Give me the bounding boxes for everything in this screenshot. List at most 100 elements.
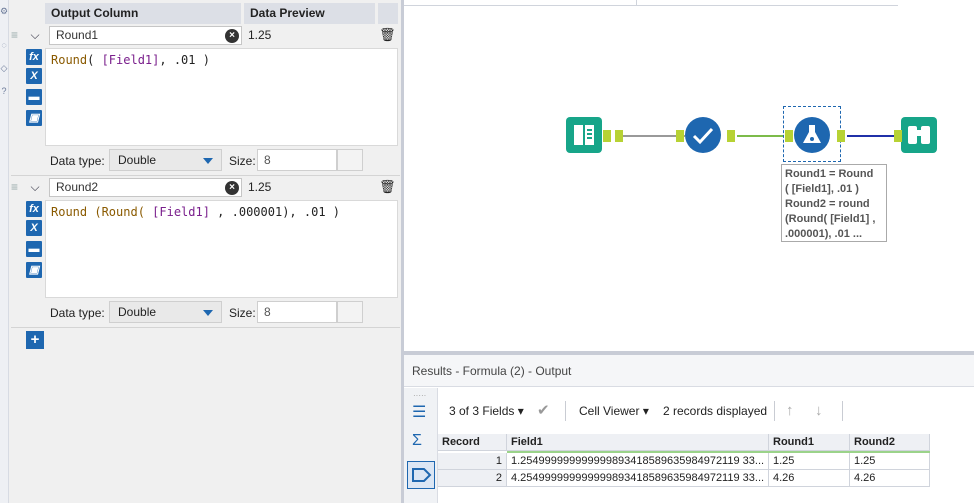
dropdown-caret-icon: ▾ bbox=[642, 404, 649, 418]
toolbar-separator bbox=[774, 401, 775, 421]
expression-editor[interactable]: Round (Round( [Field1] , .000001), .01 ) bbox=[45, 200, 398, 298]
left-icon-strip: ⚙ ◌ ◇ ? bbox=[0, 0, 9, 503]
results-grid: Record Field1 Round1 Round2 1 1.25499999… bbox=[438, 434, 930, 487]
open-folder-icon[interactable]: ▬ bbox=[26, 89, 42, 105]
drag-handle-icon[interactable]: ≡ bbox=[11, 28, 21, 42]
column-header-field1[interactable]: Field1 bbox=[507, 434, 769, 451]
input-anchor[interactable] bbox=[676, 130, 684, 142]
results-toolbar: 3 of 3 Fields ▾ ✔ Cell Viewer ▾ 2 record… bbox=[438, 397, 974, 427]
table-view-icon[interactable]: ☰ bbox=[412, 402, 426, 422]
arrow-down-icon[interactable]: ↓ bbox=[815, 403, 823, 419]
arrow-up-icon[interactable]: ↑ bbox=[786, 403, 794, 419]
expr-field: [Field1] bbox=[152, 205, 210, 219]
function-icon[interactable]: fx bbox=[26, 201, 42, 217]
apply-check-icon[interactable]: ✔ bbox=[537, 403, 550, 419]
divider bbox=[11, 327, 400, 328]
size-label: Size: bbox=[229, 154, 256, 168]
data-preview-value: 1.25 bbox=[248, 28, 272, 42]
config-icon[interactable]: ⚙ bbox=[0, 6, 8, 16]
field1-cell[interactable]: 1.254999999999999893418589635984972119 3… bbox=[507, 453, 769, 470]
add-formula-button[interactable]: + bbox=[26, 331, 44, 349]
input-anchor[interactable] bbox=[785, 130, 793, 142]
save-icon[interactable]: ▣ bbox=[26, 262, 42, 278]
chevron-down-icon[interactable]: ⌵ bbox=[24, 178, 46, 196]
fields-dropdown[interactable]: 3 of 3 Fields ▾ bbox=[449, 403, 524, 419]
round1-cell[interactable]: 4.26 bbox=[769, 470, 850, 487]
function-icon[interactable]: fx bbox=[26, 49, 42, 65]
variable-icon[interactable]: X bbox=[26, 68, 42, 84]
data-preview-header: Data Preview bbox=[244, 3, 375, 24]
round2-cell[interactable]: 4.26 bbox=[850, 470, 930, 487]
sigma-icon[interactable]: Σ bbox=[412, 432, 422, 450]
toolbar-separator bbox=[842, 401, 843, 421]
help-icon[interactable]: ? bbox=[0, 86, 8, 96]
field1-cell[interactable]: 4.254999999999999893418589635984972119 3… bbox=[507, 470, 769, 487]
drag-handle-icon[interactable]: ≡ bbox=[11, 180, 21, 194]
clear-icon[interactable]: × bbox=[225, 29, 239, 43]
divider bbox=[11, 175, 400, 176]
dropdown-caret-icon: ▾ bbox=[517, 404, 524, 418]
annotation-line: Round2 = round bbox=[785, 198, 870, 210]
connection-wire[interactable] bbox=[737, 135, 783, 137]
column-header-round2[interactable]: Round2 bbox=[850, 434, 930, 451]
connection-wire[interactable] bbox=[847, 135, 899, 137]
clear-icon[interactable]: × bbox=[225, 181, 239, 195]
expression-editor[interactable]: Round( [Field1], .01 ) bbox=[45, 48, 398, 146]
input-anchor[interactable] bbox=[615, 130, 623, 142]
results-title: Results - Formula (2) - Output bbox=[404, 355, 974, 387]
table-row[interactable]: 1 1.254999999999999893418589635984972119… bbox=[438, 453, 930, 470]
round1-cell[interactable]: 1.25 bbox=[769, 453, 850, 470]
round2-cell[interactable]: 1.25 bbox=[850, 453, 930, 470]
variable-icon[interactable]: X bbox=[26, 220, 42, 236]
tag-icon bbox=[412, 468, 432, 482]
size-label: Size: bbox=[229, 306, 256, 320]
tag-icon[interactable]: ◇ bbox=[0, 63, 8, 73]
size-spinner[interactable] bbox=[337, 301, 363, 323]
output-anchor[interactable] bbox=[837, 130, 845, 142]
chevron-down-icon[interactable]: ⌵ bbox=[24, 26, 46, 44]
input-data-tool[interactable] bbox=[566, 117, 602, 153]
output-column-header: Output Column bbox=[45, 3, 241, 24]
size-field[interactable]: 8 bbox=[257, 149, 337, 171]
dropdown-caret-icon bbox=[203, 310, 213, 316]
annotation-line: (Round( [Field1] , bbox=[785, 213, 876, 225]
circle-icon[interactable]: ◌ bbox=[0, 40, 8, 50]
toolbar-separator bbox=[565, 401, 566, 421]
annotation-line: .000001), .01 ... bbox=[785, 228, 863, 240]
grid-header-row: Record Field1 Round1 Round2 bbox=[438, 434, 930, 451]
input-anchor[interactable] bbox=[894, 130, 902, 142]
cell-viewer-label: Cell Viewer bbox=[579, 404, 640, 418]
open-folder-icon[interactable]: ▬ bbox=[26, 241, 42, 257]
output-anchor[interactable] bbox=[727, 130, 735, 142]
save-icon[interactable]: ▣ bbox=[26, 110, 42, 126]
output-anchor[interactable] bbox=[603, 130, 611, 142]
size-spinner[interactable] bbox=[337, 149, 363, 171]
records-count: 2 records displayed bbox=[663, 404, 768, 418]
column-header-record[interactable]: Record bbox=[438, 434, 507, 451]
table-row[interactable]: 2 4.254999999999999893418589635984972119… bbox=[438, 470, 930, 487]
tab-divider bbox=[636, 0, 637, 6]
data-type-value: Double bbox=[118, 305, 157, 319]
dropdown-caret-icon bbox=[203, 158, 213, 164]
browse-tool[interactable] bbox=[901, 117, 937, 153]
grip-icon: ····· bbox=[413, 391, 427, 400]
canvas-top-bar bbox=[404, 0, 898, 6]
data-type-value: Double bbox=[118, 153, 157, 167]
data-preview-value: 1.25 bbox=[248, 180, 272, 194]
header-spacer bbox=[378, 3, 398, 24]
output-column-field[interactable]: Round2 bbox=[49, 178, 242, 197]
cell-viewer-dropdown[interactable]: Cell Viewer ▾ bbox=[579, 403, 649, 419]
fields-label: 3 of 3 Fields bbox=[449, 404, 515, 418]
expr-rest: , .01 ) bbox=[159, 53, 210, 67]
select-tool[interactable] bbox=[685, 117, 721, 153]
trash-icon[interactable]: 🗑 bbox=[379, 178, 396, 196]
trash-icon[interactable]: 🗑 bbox=[379, 26, 396, 44]
size-field[interactable]: 8 bbox=[257, 301, 337, 323]
binoculars-icon bbox=[908, 126, 930, 144]
expr-field: [Field1] bbox=[101, 53, 160, 67]
column-header-round1[interactable]: Round1 bbox=[769, 434, 850, 451]
formula-tool[interactable] bbox=[794, 117, 830, 153]
output-column-field[interactable]: Round1 bbox=[49, 26, 242, 45]
workflow-canvas[interactable] bbox=[404, 0, 974, 351]
tag-view-button[interactable] bbox=[407, 461, 435, 489]
